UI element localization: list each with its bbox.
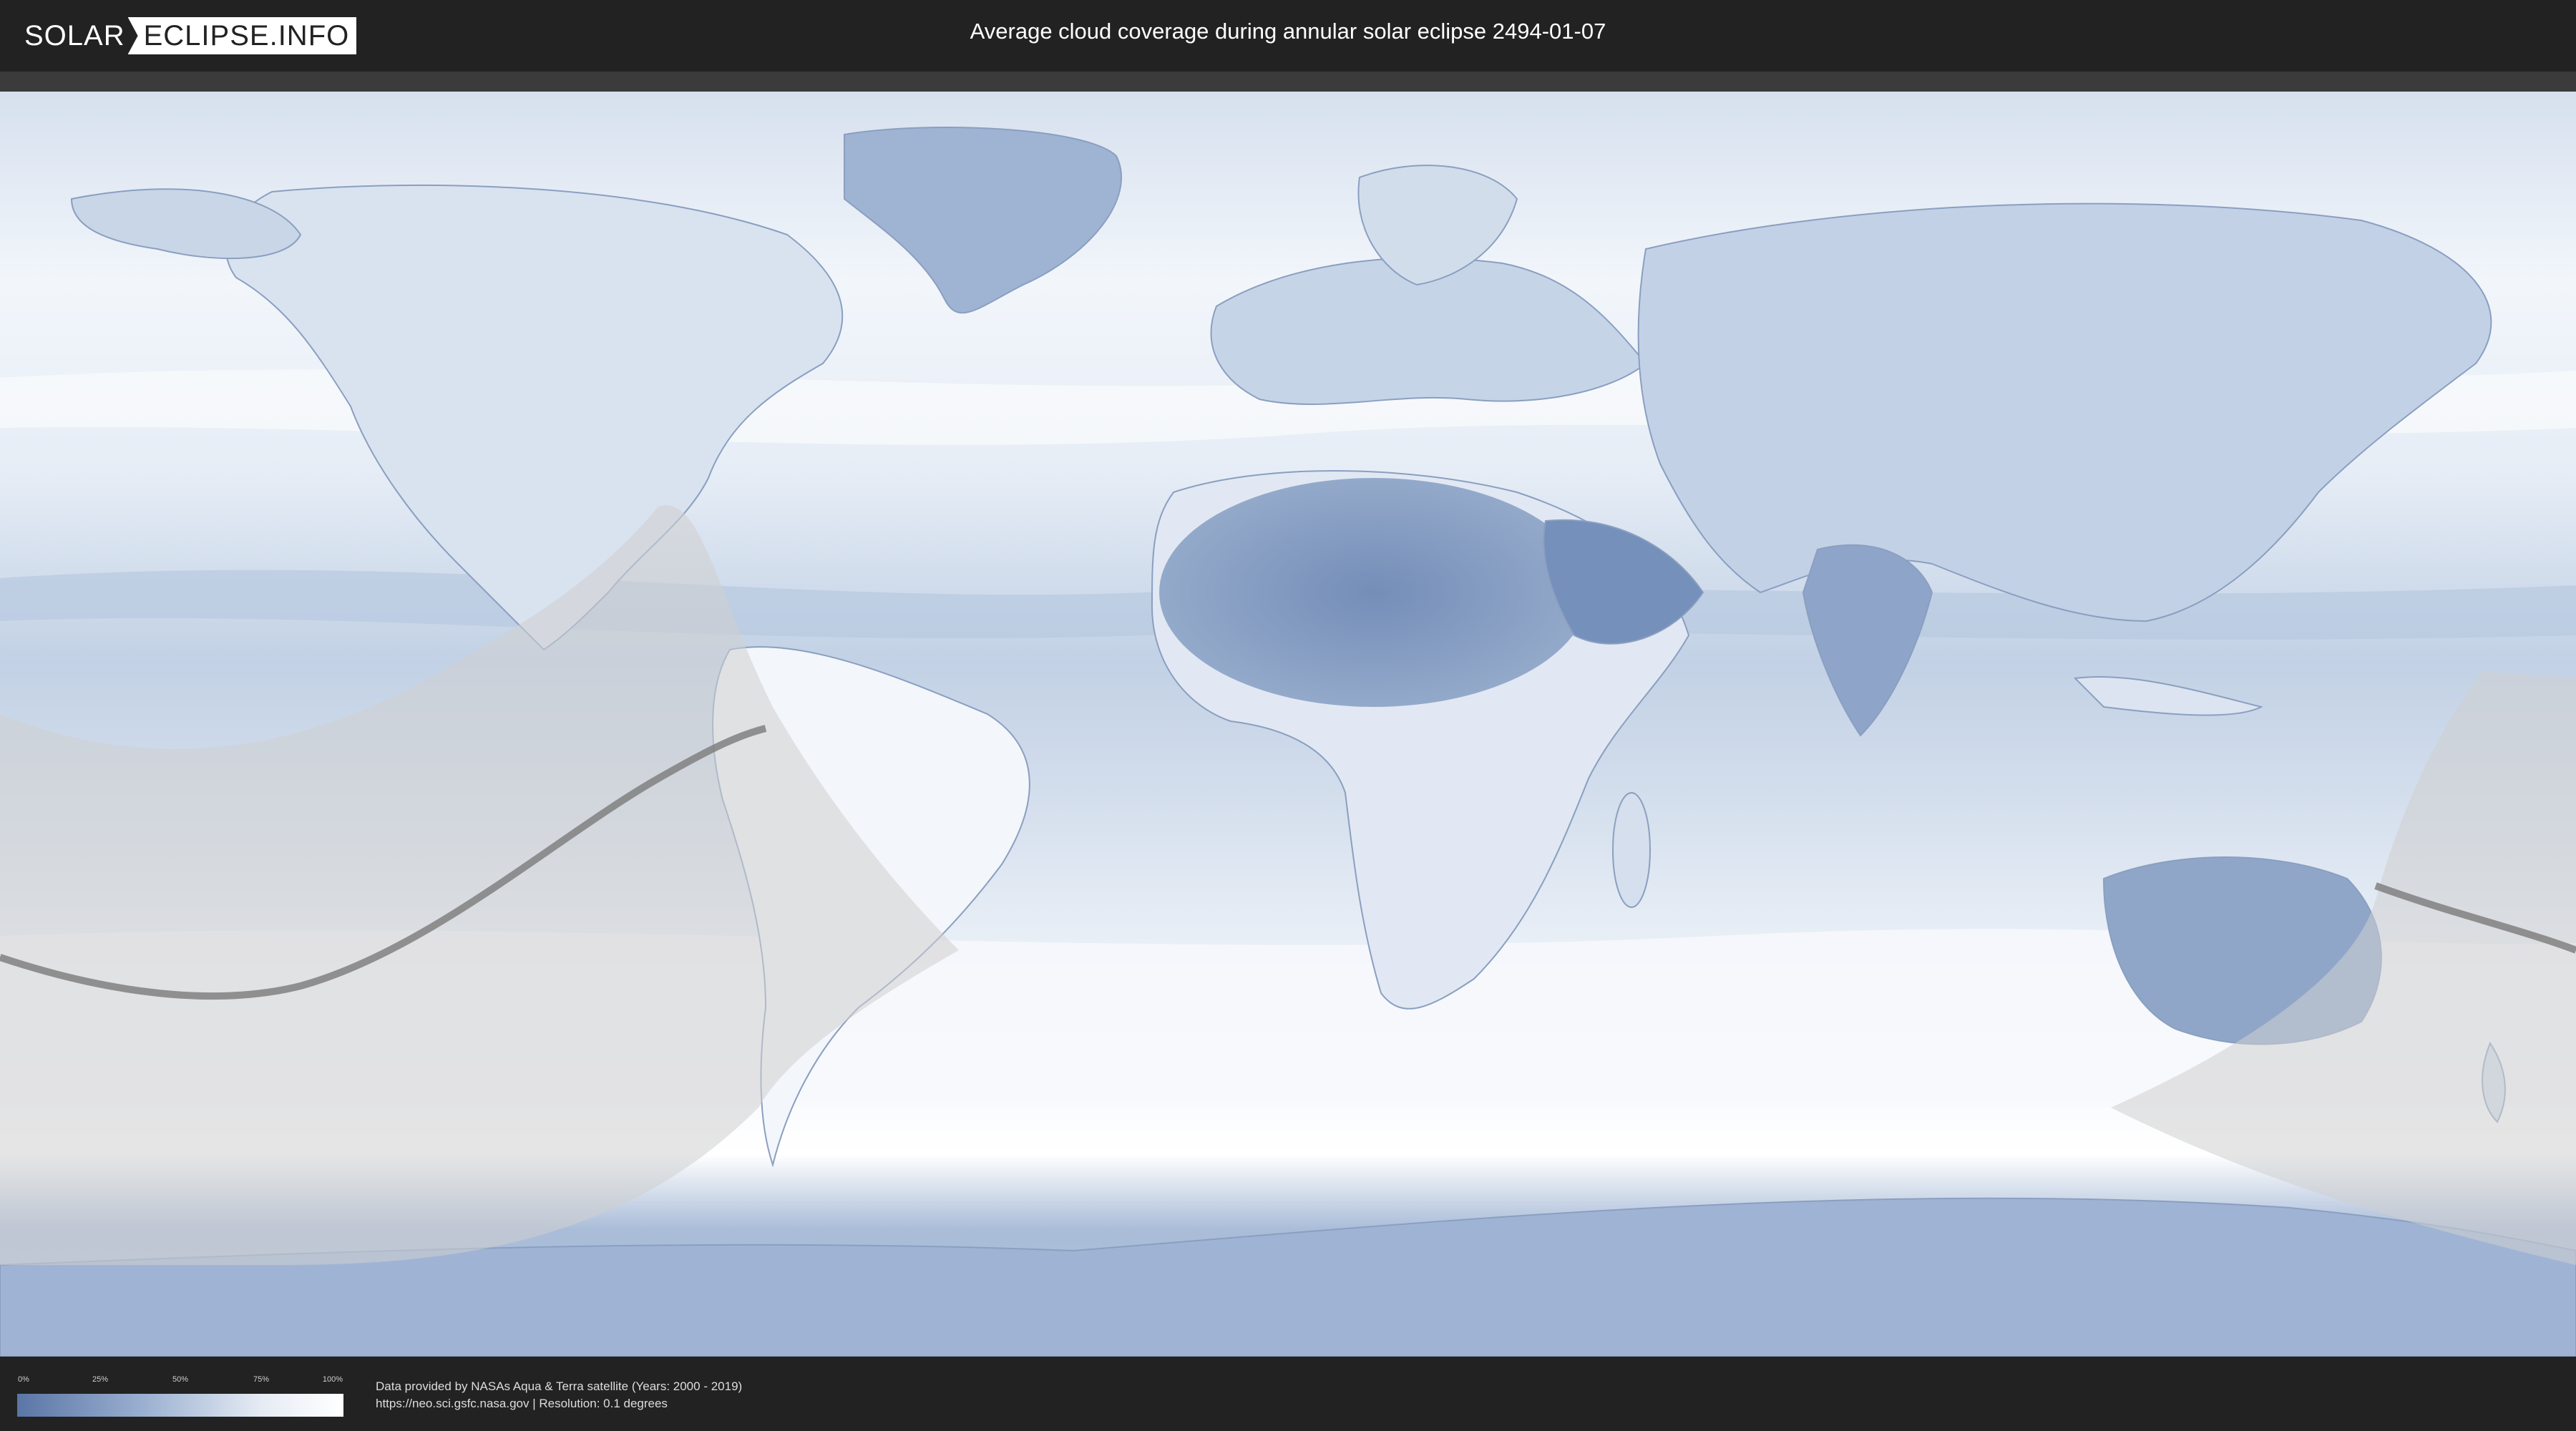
cloud-coverage-legend-gradient bbox=[17, 1394, 343, 1417]
madagascar-landmass bbox=[1612, 792, 1651, 908]
legend-bar-area: 0% 25% 50% 75% 100% Data provided by NAS… bbox=[0, 1357, 2576, 1431]
legend-tick-0: 0% bbox=[18, 1375, 29, 1384]
legend-tick-75: 75% bbox=[253, 1375, 270, 1384]
cloud-coverage-map[interactable] bbox=[0, 92, 2576, 1357]
sahara-dry-region bbox=[1159, 478, 1589, 707]
data-source-credit: Data provided by NASAs Aqua & Terra sate… bbox=[376, 1379, 743, 1393]
page-title: Average cloud coverage during annular so… bbox=[970, 19, 1606, 44]
legend-tick-50: 50% bbox=[172, 1375, 189, 1384]
legend-tick-25: 25% bbox=[92, 1375, 109, 1384]
data-source-url[interactable]: https://neo.sci.gsfc.nasa.gov | Resoluti… bbox=[376, 1397, 668, 1411]
header-bar: SOLAR ECLIPSE.INFO Average cloud coverag… bbox=[0, 0, 2576, 72]
legend-tick-100: 100% bbox=[322, 1375, 343, 1384]
